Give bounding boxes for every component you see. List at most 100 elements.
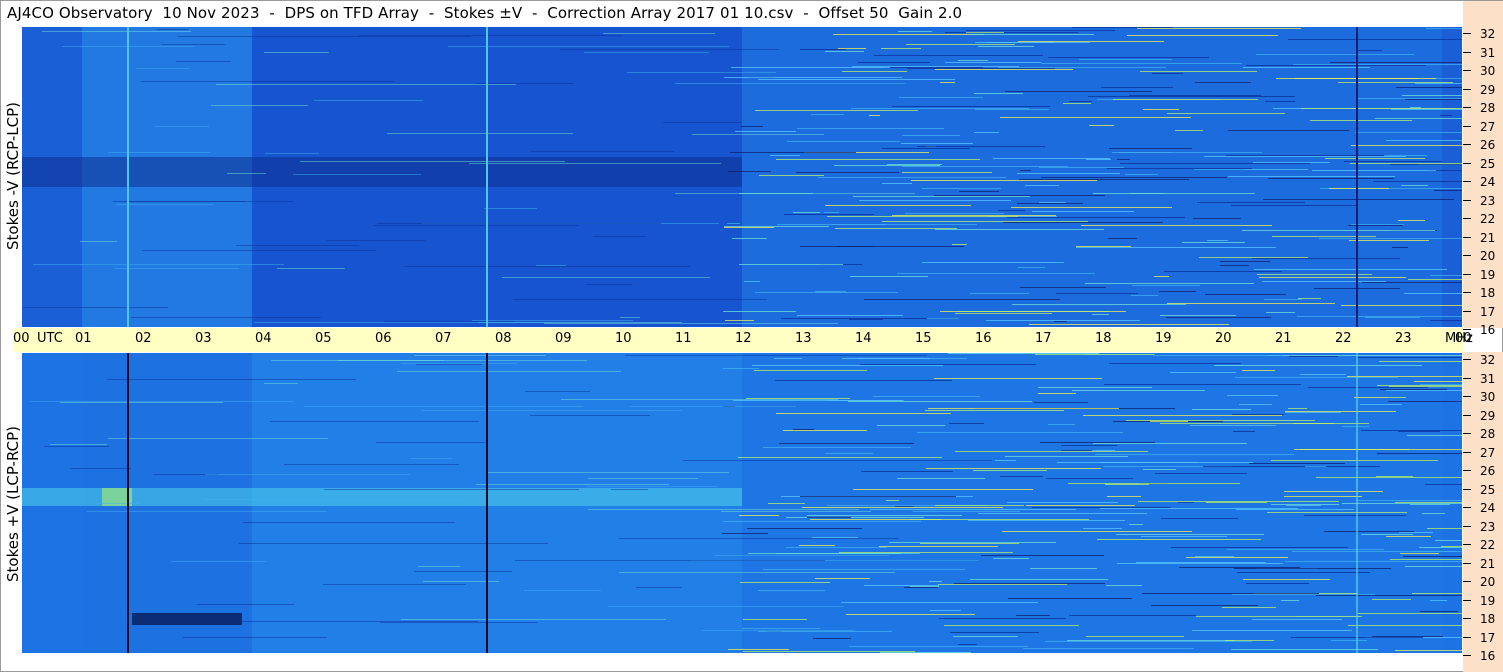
freq-tick-label: 31 xyxy=(1480,45,1496,60)
freq-tick-label: 31 xyxy=(1480,371,1496,386)
bottom-panel-ylabel: Stokes +V (LCP-RCP) xyxy=(4,426,22,582)
freq-tick-label: 20 xyxy=(1480,575,1496,589)
freq-tick-mark xyxy=(1463,144,1471,145)
freq-tick-mark xyxy=(1463,88,1471,90)
freq-tick-label: 29 xyxy=(1480,82,1496,97)
freq-tick-label: 25 xyxy=(1480,482,1496,497)
freq-axis-top: 32 31 30 29 28 27 26 25 24 23 22 21 20 19 18 17 16 xyxy=(1463,1,1503,337)
freq-tick-mark xyxy=(1463,51,1471,53)
freq-tick-label: 22 xyxy=(1480,212,1496,226)
time-tick-label: 22 xyxy=(1335,331,1352,346)
freq-tick-label: 24 xyxy=(1480,175,1496,189)
freq-tick-mark xyxy=(1463,451,1471,453)
freq-tick-mark xyxy=(1463,488,1471,490)
freq-tick-mark xyxy=(1463,181,1471,182)
time-tick-label: 02 xyxy=(135,331,152,346)
freq-tick-mark xyxy=(1463,218,1471,219)
freq-tick-mark xyxy=(1463,107,1471,108)
time-tick-label: 14 xyxy=(855,331,872,346)
freq-tick-label: 27 xyxy=(1480,119,1496,134)
freq-tick-label: 17 xyxy=(1480,630,1496,645)
freq-tick-mark xyxy=(1463,125,1471,127)
time-axis: 00 UTC 01 02 03 04 05 06 07 08 09 10 11 12 13 14 15 16 17 1… xyxy=(13,328,1473,352)
freq-tick-mark xyxy=(1463,359,1471,360)
freq-tick-label: 30 xyxy=(1480,390,1496,404)
freq-tick-mark xyxy=(1463,310,1471,312)
freq-tick-mark xyxy=(1463,377,1471,379)
time-tick-label: 15 xyxy=(915,331,932,346)
time-tick-label: 08 xyxy=(495,331,512,346)
freq-tick-label: 16 xyxy=(1480,649,1496,663)
freq-tick-label: 23 xyxy=(1480,519,1496,534)
freq-tick-mark xyxy=(1463,636,1471,638)
freq-tick-label: 28 xyxy=(1480,101,1496,115)
page-title: AJ4CO Observatory 10 Nov 2023 - DPS on T… xyxy=(7,4,963,22)
spectrogram-bottom-panel xyxy=(22,353,1462,653)
freq-tick-mark xyxy=(1463,525,1471,527)
freq-tick-label: 27 xyxy=(1480,445,1496,460)
freq-tick-mark xyxy=(1463,599,1471,601)
time-tick-label: 10 xyxy=(615,331,632,346)
time-tick-label: 23 xyxy=(1395,331,1412,346)
freq-tick-label: 26 xyxy=(1480,464,1496,478)
time-tick-label: UTC xyxy=(37,331,63,346)
freq-tick-mark xyxy=(1463,329,1471,330)
time-tick-label: 04 xyxy=(255,331,272,346)
freq-tick-label: 18 xyxy=(1480,286,1496,300)
time-tick-label: 01 xyxy=(75,331,92,346)
freq-tick-label: 21 xyxy=(1480,556,1496,571)
freq-tick-mark xyxy=(1463,162,1471,164)
time-tick-label: 17 xyxy=(1035,331,1052,346)
freq-tick-label: 32 xyxy=(1480,27,1496,41)
time-tick-label: 13 xyxy=(795,331,812,346)
freq-tick-mark xyxy=(1463,433,1471,434)
freq-tick-label: 16 xyxy=(1480,323,1496,337)
time-tick-label: 07 xyxy=(435,331,452,346)
freq-tick-label: 19 xyxy=(1480,267,1496,282)
freq-tick-label: 28 xyxy=(1480,427,1496,441)
freq-tick-label: 21 xyxy=(1480,230,1496,245)
freq-tick-label: 26 xyxy=(1480,138,1496,152)
freq-axis-bottom: 32 31 30 29 28 27 26 25 24 23 22 21 20 19 18 17 16 xyxy=(1463,352,1503,672)
freq-tick-mark xyxy=(1463,562,1471,564)
freq-tick-mark xyxy=(1463,273,1471,275)
top-panel-ylabel: Stokes -V (RCP-LCP) xyxy=(4,102,22,250)
spectrogram-top-panel xyxy=(22,27,1462,327)
freq-tick-label: 25 xyxy=(1480,156,1496,171)
freq-tick-label: 29 xyxy=(1480,408,1496,423)
time-tick-label: 00 xyxy=(13,331,30,346)
freq-tick-mark xyxy=(1463,396,1471,397)
freq-tick-label: 30 xyxy=(1480,64,1496,78)
freq-tick-mark xyxy=(1463,199,1471,201)
freq-tick-label: 17 xyxy=(1480,304,1496,319)
freq-tick-label: 23 xyxy=(1480,193,1496,208)
freq-tick-mark xyxy=(1463,292,1471,293)
time-tick-label: 20 xyxy=(1215,331,1232,346)
freq-tick-mark xyxy=(1463,544,1471,545)
time-tick-label: 03 xyxy=(195,331,212,346)
time-tick-label: 09 xyxy=(555,331,572,346)
freq-tick-mark xyxy=(1463,507,1471,508)
spectrogram-bottom-image xyxy=(22,353,1462,653)
time-tick-label: MHz xyxy=(1445,331,1473,346)
freq-tick-label: 20 xyxy=(1480,249,1496,263)
time-tick-label: 05 xyxy=(315,331,332,346)
freq-tick-label: 22 xyxy=(1480,538,1496,552)
time-tick-label: 12 xyxy=(735,331,752,346)
freq-tick-mark xyxy=(1463,414,1471,416)
time-tick-label: 06 xyxy=(375,331,392,346)
time-tick-label: 21 xyxy=(1275,331,1292,346)
time-tick-label: 18 xyxy=(1095,331,1112,346)
time-tick-label: 16 xyxy=(975,331,992,346)
spectrogram-top-image xyxy=(22,27,1462,327)
spectrogram-window: AJ4CO Observatory 10 Nov 2023 - DPS on T… xyxy=(0,0,1503,672)
freq-tick-label: 24 xyxy=(1480,501,1496,515)
freq-tick-mark xyxy=(1463,70,1471,71)
freq-tick-mark xyxy=(1463,655,1471,656)
freq-tick-label: 19 xyxy=(1480,593,1496,608)
freq-tick-mark xyxy=(1463,236,1471,238)
freq-tick-mark xyxy=(1463,255,1471,256)
freq-tick-mark xyxy=(1463,581,1471,582)
freq-tick-mark xyxy=(1463,33,1471,34)
freq-tick-label: 18 xyxy=(1480,612,1496,626)
